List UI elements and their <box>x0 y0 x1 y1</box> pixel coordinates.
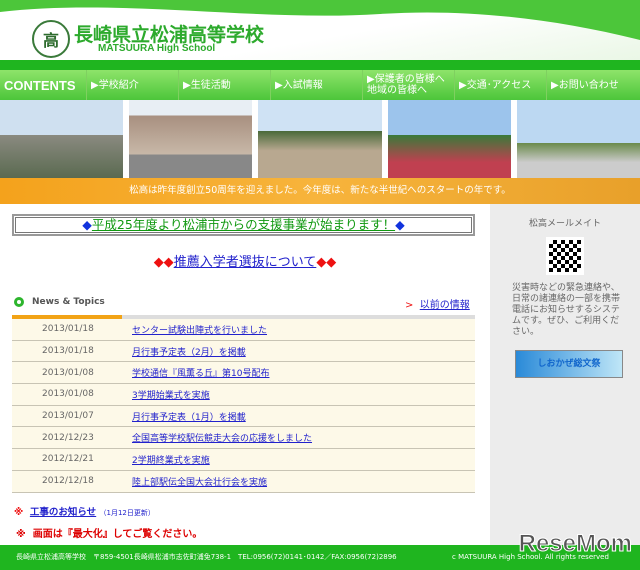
shiokaze-banner[interactable]: しおかぜ総文祭 <box>515 350 623 378</box>
news-list: 2013/01/18 センター試験出陣式を行いました 2013/01/18 月行事予定… <box>12 319 475 493</box>
news-date: 2012/12/23 <box>42 432 94 443</box>
nav-school-intro[interactable]: ▶学校紹介 <box>87 70 179 100</box>
selection-link[interactable]: 推薦入学者選抜について <box>174 255 317 270</box>
nav-student-activities[interactable]: ▶生徒活動 <box>179 70 271 100</box>
news-heading: News & Topics <box>14 297 105 307</box>
news-date: 2013/01/18 <box>42 324 94 335</box>
news-date: 2013/01/08 <box>42 389 94 400</box>
news-date: 2013/01/07 <box>42 411 94 422</box>
reference-mark: ※ <box>16 529 26 540</box>
sidebar: 松高メールメイト 災害時などの緊急連絡や、日常の諸連絡の一部を携帯電話にお知らせ… <box>490 204 640 545</box>
anniversary-banner: 松高は昨年度創立50周年を迎えました。今年度は、新たな半世紀へのスタートの年です… <box>0 178 640 204</box>
main-content: ◆平成25年度より松浦市からの支援事業が始まります！◆ ◆◆推薦入学者選抜につい… <box>0 204 490 545</box>
news-link[interactable]: 学校通信『風薫る丘』第10号配布 <box>132 366 269 379</box>
site-subtitle: MATSUURA High School <box>98 43 216 54</box>
support-notice-link[interactable]: 平成25年度より松浦市からの支援事業が始まります！ <box>92 217 395 232</box>
news-row: 2013/01/08 3学期始業式を実施 <box>12 384 475 406</box>
photo-school-front <box>129 100 253 178</box>
photo-palm-trees <box>387 100 511 178</box>
maximize-text: 画面は『最大化』してご覧ください。 <box>32 529 203 540</box>
nav-contact[interactable]: ▶お問い合わせ <box>547 70 640 100</box>
diamond-icon: ◆ <box>82 217 92 232</box>
circle-icon <box>14 297 24 307</box>
main-nav: CONTENTS ▶学校紹介 ▶生徒活動 ▶入試情報 ▶保護者の皆様へ地域の皆様… <box>0 70 640 100</box>
nav-contents: CONTENTS <box>0 70 87 100</box>
news-link[interactable]: センター試験出陣式を行いました <box>132 323 267 336</box>
older-info-link[interactable]: 以前の情報 <box>420 300 470 311</box>
watermark-logo: ReseMom <box>518 530 632 558</box>
photo-campus <box>516 100 640 178</box>
nav-access[interactable]: ▶交通･アクセス <box>455 70 547 100</box>
news-date: 2013/01/18 <box>42 346 94 357</box>
header-bar <box>0 60 640 70</box>
maximize-notice: ※ 画面は『最大化』してご覧ください。 <box>16 525 202 540</box>
news-link[interactable]: 月行事予定表（2月）を掲載 <box>132 345 246 358</box>
news-date: 2012/12/18 <box>42 476 94 487</box>
news-date: 2013/01/08 <box>42 367 94 378</box>
news-date: 2012/12/21 <box>42 454 94 465</box>
diamond-icon: ◆◆ <box>316 255 337 270</box>
news-title: News & Topics <box>32 297 105 307</box>
diamond-icon: ◆ <box>395 217 405 232</box>
news-link[interactable]: 3学期始業式を実施 <box>132 388 210 401</box>
arrow-icon: > <box>405 300 414 311</box>
construction-link[interactable]: 工事のお知らせ <box>30 507 96 518</box>
news-row: 2012/12/23 全国高等学校駅伝競走大会の応援をしました <box>12 427 475 450</box>
selection-notice: ◆◆推薦入学者選抜について◆◆ <box>0 251 490 270</box>
site-header: 高 長崎県立松浦高等学校 MATSUURA High School <box>0 0 640 60</box>
reference-mark: ※ <box>14 507 24 518</box>
news-link[interactable]: 月行事予定表（1月）を掲載 <box>132 410 246 423</box>
photo-schoolyard <box>258 100 382 178</box>
diamond-icon: ◆◆ <box>153 255 174 270</box>
news-row: 2013/01/18 月行事予定表（2月）を掲載 <box>12 340 475 363</box>
footer-address: 長崎県立松浦高等学校 〒859-4501長崎県松浦市志佐町浦免738-1 TEL… <box>16 553 397 561</box>
news-row: 2012/12/21 2学期終業式を実施 <box>12 449 475 471</box>
construction-notice: ※ 工事のお知らせ （1月12日更新） <box>14 504 155 518</box>
photo-school-building <box>0 100 124 178</box>
construction-date: （1月12日更新） <box>99 509 155 517</box>
nav-admissions[interactable]: ▶入試情報 <box>271 70 363 100</box>
news-row: 2013/01/08 学校通信『風薫る丘』第10号配布 <box>12 362 475 385</box>
mail-mate-description: 災害時などの緊急連絡や、日常の諸連絡の一部を携帯電話にお知らせするシステムです。… <box>512 283 621 337</box>
news-row: 2013/01/18 センター試験出陣式を行いました <box>12 319 475 341</box>
photo-strip <box>0 100 640 178</box>
news-link[interactable]: 全国高等学校駅伝競走大会の応援をしました <box>132 431 312 444</box>
news-link[interactable]: 2学期終業式を実施 <box>132 453 210 466</box>
news-row: 2013/01/07 月行事予定表（1月）を掲載 <box>12 405 475 428</box>
support-notice: ◆平成25年度より松浦市からの支援事業が始まります！◆ <box>12 214 475 236</box>
school-emblem[interactable]: 高 <box>32 20 70 58</box>
mail-mate-title: 松高メールメイト <box>528 219 601 229</box>
news-row: 2012/12/18 陸上部駅伝全国大会壮行会を実施 <box>12 470 475 493</box>
nav-parents-community[interactable]: ▶保護者の皆様へ地域の皆様へ <box>363 70 455 100</box>
news-link[interactable]: 陸上部駅伝全国大会壮行会を実施 <box>132 475 267 488</box>
qr-code <box>546 237 584 275</box>
older-info: > 以前の情報 <box>405 296 470 311</box>
